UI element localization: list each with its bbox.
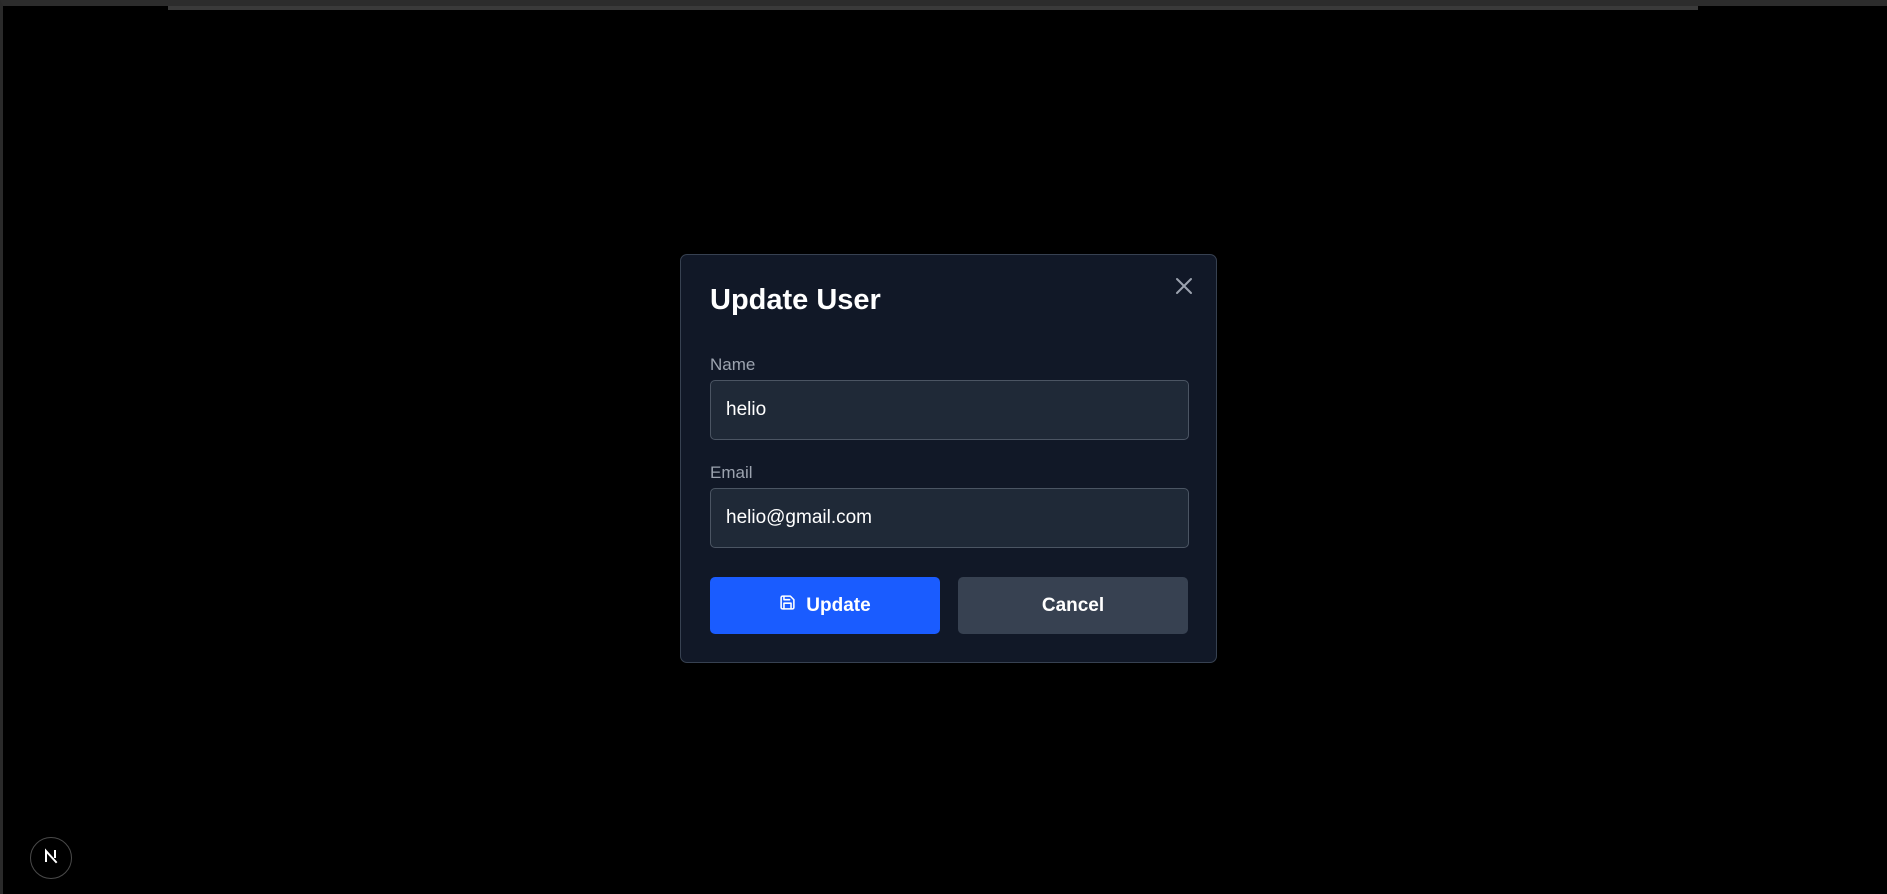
email-label: Email xyxy=(710,463,753,482)
update-button[interactable]: Update xyxy=(710,577,940,634)
save-icon xyxy=(779,594,796,617)
nextjs-logo-icon xyxy=(41,846,61,871)
cancel-button-label: Cancel xyxy=(1041,594,1105,616)
dialog-title: Update User xyxy=(710,284,881,316)
email-input[interactable] xyxy=(710,488,1189,548)
app-window: Update User Name Email Update Ca xyxy=(0,0,1887,894)
name-input[interactable] xyxy=(710,380,1189,440)
window-top-strip xyxy=(168,6,1698,10)
cancel-button[interactable]: Cancel xyxy=(958,577,1188,634)
close-icon xyxy=(1175,277,1193,298)
nextjs-dev-badge[interactable] xyxy=(30,837,72,879)
update-user-dialog: Update User Name Email Update Ca xyxy=(680,254,1217,663)
name-label: Name xyxy=(710,355,756,374)
close-button[interactable] xyxy=(1172,275,1196,299)
update-button-label: Update xyxy=(806,594,871,616)
